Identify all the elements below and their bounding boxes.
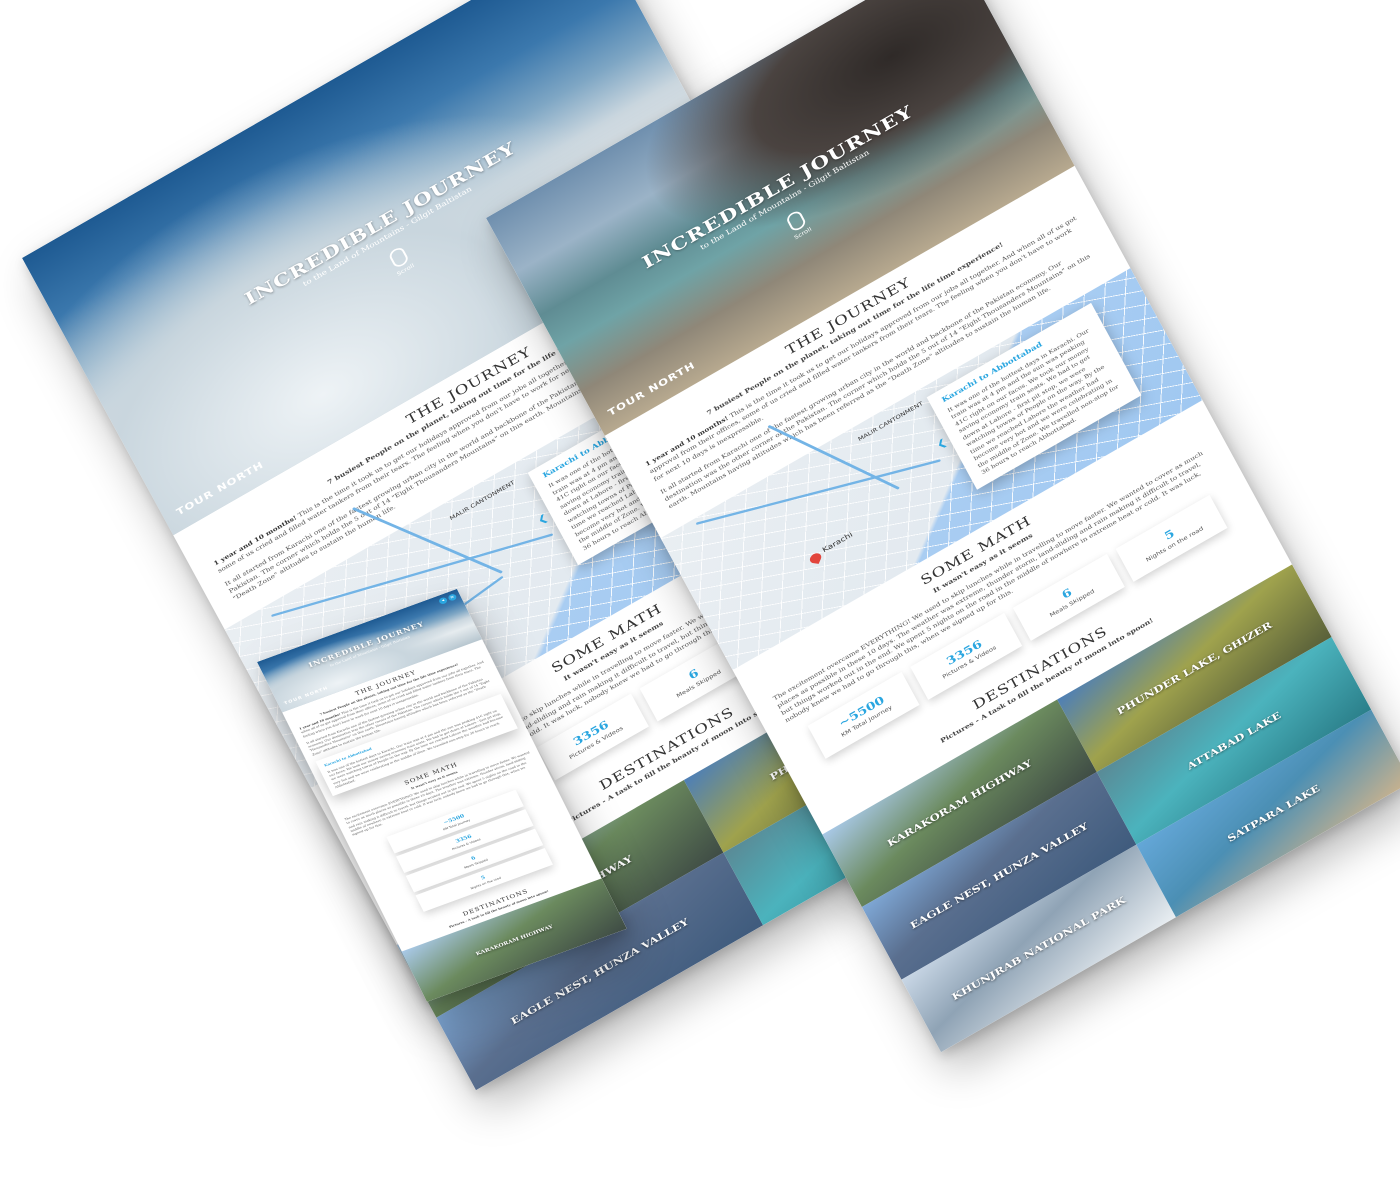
map-road [767, 424, 900, 490]
menu-icon[interactable]: ≡ [447, 593, 458, 602]
map-pin-icon[interactable] [808, 552, 823, 564]
prev-arrow-icon[interactable]: ❮ [934, 436, 948, 450]
map-road [351, 507, 504, 574]
header-buttons: ◂ ≡ [437, 593, 458, 606]
back-icon[interactable]: ◂ [437, 596, 449, 606]
mockup-stage: ◂ ≡ INCREDIBLE JOURNEY to the Land of Mo… [0, 0, 1400, 1179]
map-city-label: Karachi [821, 530, 855, 555]
prev-arrow-icon[interactable]: ❮ [536, 512, 550, 526]
